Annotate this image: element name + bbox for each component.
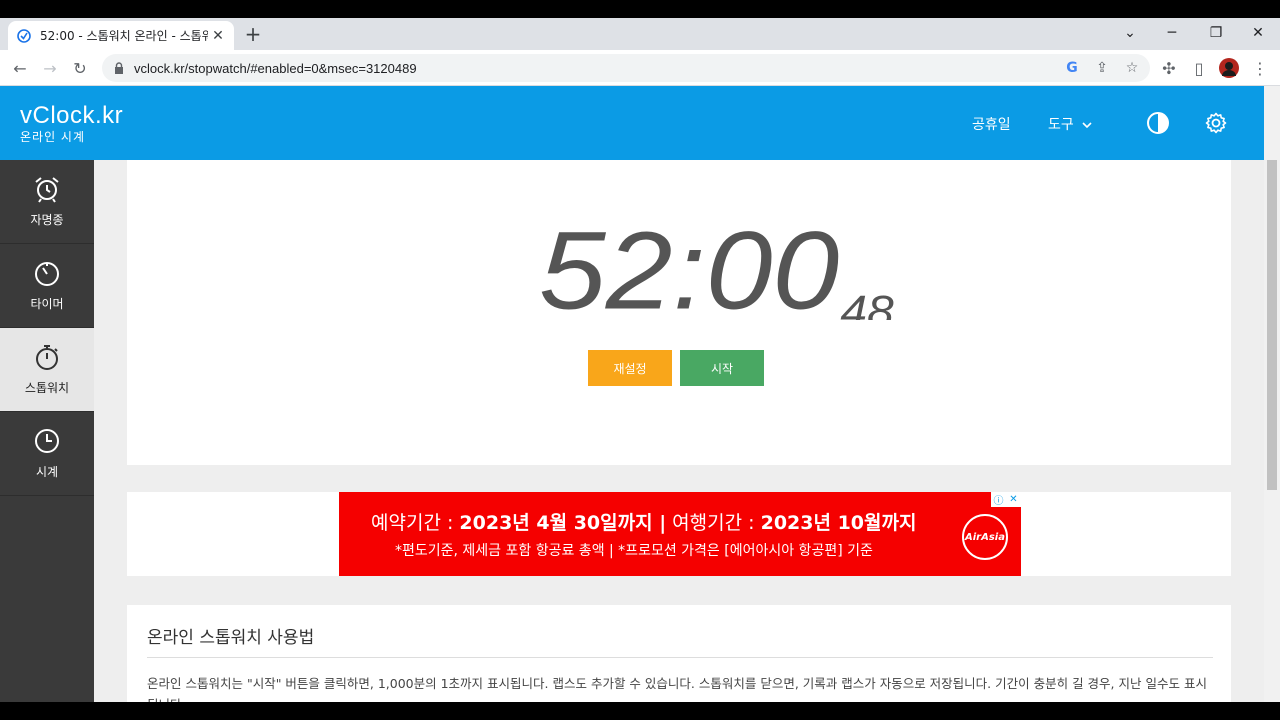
site-logo[interactable]: vClock.kr 온라인 시계 bbox=[20, 104, 123, 145]
browser-tab[interactable]: 52:00 - 스톱워치 온라인 - 스톱워치 ✕ bbox=[8, 21, 234, 50]
page-scrollbar[interactable] bbox=[1264, 86, 1280, 702]
tab-search-icon[interactable]: ⌄ bbox=[1108, 18, 1152, 48]
stopwatch-card: 52:00 .48 재설정 시작 bbox=[127, 160, 1231, 465]
window-close-icon[interactable]: ✕ bbox=[1236, 18, 1280, 48]
scrollbar-thumb[interactable] bbox=[1267, 160, 1277, 490]
back-icon[interactable]: ← bbox=[8, 56, 32, 80]
ad-subtext: *편도기준, 제세금 포함 항공료 총액 | *프로모션 가격은 [에어아시아 … bbox=[395, 543, 873, 559]
sidebar-item-timer[interactable]: 타이머 bbox=[0, 244, 94, 328]
start-button[interactable]: 시작 bbox=[680, 350, 764, 386]
tab-title: 52:00 - 스톱워치 온라인 - 스톱워치 bbox=[40, 29, 208, 43]
sidebar-label-clock: 시계 bbox=[35, 465, 59, 479]
chevron-down-icon bbox=[1082, 117, 1092, 133]
nav-tools-label: 도구 bbox=[1048, 117, 1074, 133]
reset-button[interactable]: 재설정 bbox=[588, 350, 672, 386]
stopwatch-time: 52:00 bbox=[539, 220, 839, 320]
tab-close-icon[interactable]: ✕ bbox=[210, 28, 226, 44]
ad-info-icon[interactable]: ⓘ bbox=[991, 492, 1006, 507]
profile-avatar-icon[interactable] bbox=[1217, 56, 1241, 80]
sidebar-item-alarm[interactable]: 자명종 bbox=[0, 160, 94, 244]
browser-toolbar: ← → ↻ vclock.kr/stopwatch/#enabled=0&mse… bbox=[0, 50, 1280, 86]
page: vClock.kr 온라인 시계 공휴일 도구 자명종 타이머 스톱워치 시계 … bbox=[0, 86, 1264, 702]
reload-icon[interactable]: ↻ bbox=[68, 56, 92, 80]
bookmark-star-icon[interactable]: ☆ bbox=[1120, 56, 1144, 80]
ad-booking-label: 예약기간 : bbox=[371, 512, 460, 534]
timer-icon bbox=[35, 262, 59, 286]
sidebar-label-stopwatch: 스톱워치 bbox=[24, 381, 70, 395]
theme-contrast-icon[interactable] bbox=[1146, 111, 1170, 135]
ad-booking-date: 2023년 4월 30일까지 bbox=[459, 512, 653, 534]
airasia-logo: AirAsia bbox=[962, 514, 1008, 560]
url-text: vclock.kr/stopwatch/#enabled=0&msec=3120… bbox=[134, 60, 417, 76]
nav-tools[interactable]: 도구 bbox=[1048, 114, 1092, 134]
screen: 52:00 - 스톱워치 온라인 - 스톱워치 ✕ + ⌄ ─ ❐ ✕ ← → … bbox=[0, 0, 1280, 720]
ad-card: 예약기간 : 2023년 4월 30일까지 | 여행기간 : 2023년 10월… bbox=[127, 492, 1231, 576]
airasia-ad-banner[interactable]: 예약기간 : 2023년 4월 30일까지 | 여행기간 : 2023년 10월… bbox=[339, 492, 1021, 576]
extensions-icon[interactable]: ✣ bbox=[1157, 56, 1181, 80]
share-icon[interactable]: ⇪ bbox=[1090, 56, 1114, 80]
side-panel-icon[interactable]: ▯ bbox=[1187, 56, 1211, 80]
sidebar-label-alarm: 자명종 bbox=[30, 213, 64, 227]
sidebar: 자명종 타이머 스톱워치 시계 bbox=[0, 160, 94, 702]
stopwatch-icon bbox=[36, 345, 58, 370]
new-tab-icon[interactable]: + bbox=[243, 23, 263, 45]
nav-holidays[interactable]: 공휴일 bbox=[972, 114, 1011, 134]
logo-subtitle: 온라인 시계 bbox=[20, 130, 86, 144]
stopwatch-display: 52:00 .48 bbox=[127, 210, 1231, 337]
google-icon[interactable]: G bbox=[1060, 56, 1084, 80]
howto-title: 온라인 스톱워치 사용법 bbox=[147, 628, 315, 648]
stopwatch-fraction: .48 bbox=[827, 287, 894, 320]
settings-gear-icon[interactable] bbox=[1204, 111, 1228, 135]
ad-divider: | bbox=[652, 512, 667, 534]
sidebar-item-stopwatch[interactable]: 스톱워치 bbox=[0, 328, 94, 412]
lock-icon bbox=[112, 61, 126, 75]
sidebar-item-clock[interactable]: 시계 bbox=[0, 412, 94, 496]
address-bar[interactable]: vclock.kr/stopwatch/#enabled=0&msec=3120… bbox=[102, 54, 1150, 82]
logo-title: vClock.kr bbox=[20, 102, 124, 129]
sidebar-label-timer: 타이머 bbox=[30, 297, 64, 311]
site-header: vClock.kr 온라인 시계 공휴일 도구 bbox=[0, 86, 1264, 160]
minimize-icon[interactable]: ─ bbox=[1150, 18, 1194, 48]
stopwatch-favicon-icon bbox=[16, 28, 32, 44]
menu-kebab-icon[interactable]: ⋮ bbox=[1248, 56, 1272, 80]
clock-icon bbox=[35, 429, 59, 453]
howto-text: 온라인 스톱워치는 "시작" 버튼을 클릭하면, 1,000분의 1초까지 표시… bbox=[147, 676, 1207, 702]
ad-close-icon[interactable]: ✕ bbox=[1006, 492, 1021, 507]
alarm-clock-icon bbox=[35, 177, 59, 203]
howto-card: 온라인 스톱워치 사용법 온라인 스톱워치는 "시작" 버튼을 클릭하면, 1,… bbox=[127, 605, 1231, 702]
browser-tabstrip: 52:00 - 스톱워치 온라인 - 스톱워치 ✕ + ⌄ ─ ❐ ✕ bbox=[0, 18, 1280, 50]
divider bbox=[147, 657, 1213, 658]
forward-icon[interactable]: → bbox=[38, 56, 62, 80]
ad-travel-date: 2023년 10월까지 bbox=[760, 512, 917, 534]
ad-headline: 예약기간 : 2023년 4월 30일까지 | 여행기간 : 2023년 10월… bbox=[371, 508, 916, 535]
restore-icon[interactable]: ❐ bbox=[1194, 18, 1238, 48]
ad-travel-label: 여행기간 : bbox=[666, 512, 761, 534]
